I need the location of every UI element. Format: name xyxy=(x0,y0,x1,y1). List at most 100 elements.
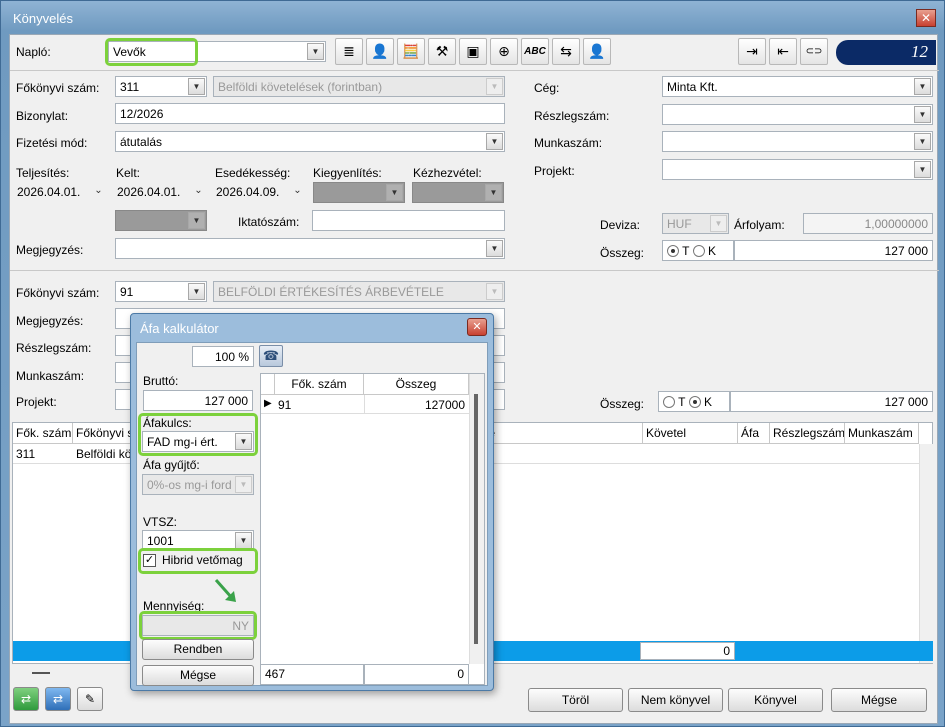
kezhezvetel-label: Kézhezvétel: xyxy=(413,166,482,180)
user-card-button[interactable]: 👤 xyxy=(583,38,611,65)
add-box-button[interactable]: ⊕ xyxy=(490,38,518,65)
chevron-down-icon[interactable]: ⌄ xyxy=(90,183,107,200)
box-button[interactable]: ▣ xyxy=(459,38,487,65)
chevron-down-icon[interactable]: ▼ xyxy=(914,78,931,95)
chevron-down-icon[interactable]: ▼ xyxy=(188,283,205,300)
spellcheck-button[interactable]: ABC xyxy=(521,38,549,65)
phone-button[interactable]: ☎ xyxy=(259,345,283,367)
kelt-label: Kelt: xyxy=(116,166,141,180)
spellcheck-icon: ABC xyxy=(524,46,546,57)
iktatoszam-label: Iktatószám: xyxy=(238,215,300,229)
dialog-row-fok: 91 xyxy=(278,398,292,412)
window-close-button[interactable]: ✕ xyxy=(916,9,936,27)
dialog-col-fok[interactable]: Fők. szám xyxy=(275,374,364,395)
swap-green-button[interactable]: ⇄ xyxy=(13,687,39,711)
extra-gray-combo[interactable]: ▼ xyxy=(115,210,207,231)
munkaszam-label: Munkaszám: xyxy=(534,136,603,150)
header-separator xyxy=(10,270,939,271)
kiegyenlites-combo[interactable]: ▼ xyxy=(313,182,405,203)
swap-blue-button[interactable]: ⇄ xyxy=(45,687,71,711)
grid-col-munkaszam[interactable]: Munkaszám xyxy=(845,423,919,444)
rendben-button[interactable]: Rendben xyxy=(142,639,254,660)
toolbar-separator xyxy=(10,70,939,71)
torol-button[interactable]: Töröl xyxy=(528,688,623,712)
chevron-down-icon[interactable]: ⌄ xyxy=(289,183,306,200)
afa-gyujto-label: Áfa gyűjtő: xyxy=(143,458,200,472)
dialog-close-button[interactable]: ✕ xyxy=(467,318,487,336)
iktatoszam-input[interactable] xyxy=(312,210,505,231)
kelt-date[interactable]: 2026.04.01. ⌄ xyxy=(113,182,208,203)
tools-icon: ⚒ xyxy=(435,43,449,59)
projekt-combo[interactable]: ▼ xyxy=(662,159,933,180)
transfer-button[interactable]: ⇆ xyxy=(552,38,580,65)
chevron-down-icon[interactable]: ▼ xyxy=(386,184,403,201)
list-icon: ≣ xyxy=(343,43,355,59)
munkaszam-combo[interactable]: ▼ xyxy=(662,131,933,152)
grid-col-fok[interactable]: Fők. szám xyxy=(13,423,73,444)
edit-pen-icon: ✎ xyxy=(84,692,96,706)
chevron-down-icon: ▼ xyxy=(486,78,503,95)
teljesites-date[interactable]: 2026.04.01. ⌄ xyxy=(13,182,108,203)
nem-konyvel-button[interactable]: Nem könyvel xyxy=(628,688,723,712)
dialog-scroll-thumb[interactable] xyxy=(474,394,478,644)
chevron-down-icon[interactable]: ▼ xyxy=(485,184,502,201)
chevron-down-icon[interactable]: ▼ xyxy=(486,240,503,257)
grid-scrollbar[interactable] xyxy=(919,444,933,663)
brutto-input[interactable]: 127 000 xyxy=(143,390,253,411)
radio-k-header[interactable] xyxy=(692,245,705,257)
link-button[interactable]: ⊂⊃ xyxy=(800,38,828,65)
chevron-down-icon[interactable]: ▼ xyxy=(188,78,205,95)
user-card-icon: 👤 xyxy=(588,43,606,59)
table-row[interactable]: ▶ 91 127000 xyxy=(261,395,469,414)
radio-k-line[interactable] xyxy=(688,396,701,408)
tools-button[interactable]: ⚒ xyxy=(428,38,456,65)
reszlegszam-combo[interactable]: ▼ xyxy=(662,104,933,125)
dialog-table-scrollbar[interactable] xyxy=(469,374,484,664)
grid-col-afa[interactable]: Áfa xyxy=(738,423,770,444)
dialog-megse-button[interactable]: Mégse xyxy=(142,665,254,686)
ceg-combo[interactable]: Minta Kft. ▼ xyxy=(662,76,933,97)
chevron-down-icon: ▼ xyxy=(235,476,252,493)
chevron-down-icon[interactable]: ▼ xyxy=(486,133,503,150)
chevron-down-icon[interactable]: ▼ xyxy=(914,106,931,123)
chevron-down-icon[interactable]: ▼ xyxy=(235,532,252,549)
record-counter: 12 xyxy=(836,40,936,65)
esedekesseg-label: Esedékesség: xyxy=(215,166,291,180)
arfolyam-label: Árfolyam: xyxy=(734,218,785,232)
line-osszeg-value: 127 000 xyxy=(884,395,928,409)
grid-col-reszlegszam[interactable]: Részlegszám xyxy=(770,423,845,444)
import-button[interactable]: ⇥ xyxy=(738,38,766,65)
kezhezvetel-combo[interactable]: ▼ xyxy=(412,182,504,203)
konyvel-button[interactable]: Könyvel xyxy=(728,688,823,712)
chevron-down-icon[interactable]: ▼ xyxy=(307,43,324,60)
transfer-icon: ⇆ xyxy=(560,43,572,59)
megjegyzes-combo[interactable]: ▼ xyxy=(115,238,505,259)
chevron-down-icon[interactable]: ▼ xyxy=(914,133,931,150)
list-button[interactable]: ≣ xyxy=(335,38,363,65)
line-fokonyvi-combo[interactable]: 91 ▼ xyxy=(115,281,207,302)
import-icon: ⇥ xyxy=(746,43,758,59)
bizonylat-input[interactable]: 12/2026 xyxy=(115,103,505,124)
person-button[interactable]: 👤 xyxy=(366,38,394,65)
edit-pen-button[interactable]: ✎ xyxy=(77,687,103,711)
export-button[interactable]: ⇤ xyxy=(769,38,797,65)
chevron-down-icon[interactable]: ▼ xyxy=(914,161,931,178)
chevron-down-icon[interactable]: ⌄ xyxy=(190,183,207,200)
line-osszeg-input[interactable]: 127 000 xyxy=(730,391,933,412)
osszeg-input[interactable]: 127 000 xyxy=(734,240,933,261)
percent-input[interactable]: 100 % xyxy=(192,346,254,367)
dialog-col-osszeg[interactable]: Összeg xyxy=(364,374,469,395)
fizetesi-combo[interactable]: átutalás ▼ xyxy=(115,131,505,152)
grid-col-kovetel[interactable]: Követel xyxy=(643,423,738,444)
arfolyam-value: 1,00000000 xyxy=(864,217,928,231)
esedekesseg-date[interactable]: 2026.04.09. ⌄ xyxy=(212,182,307,203)
radio-t-header[interactable] xyxy=(667,245,679,257)
chevron-down-icon[interactable]: ▼ xyxy=(188,212,205,229)
fizetesi-value: átutalás xyxy=(120,135,163,149)
calculator-button[interactable]: 🧮 xyxy=(397,38,425,65)
person-icon: 👤 xyxy=(371,43,389,59)
fokonyvi-combo[interactable]: 311 ▼ xyxy=(115,76,207,97)
megse-button[interactable]: Mégse xyxy=(831,688,927,712)
radio-t-line[interactable] xyxy=(663,396,675,408)
line-megjegyzes-label: Megjegyzés: xyxy=(16,314,84,328)
